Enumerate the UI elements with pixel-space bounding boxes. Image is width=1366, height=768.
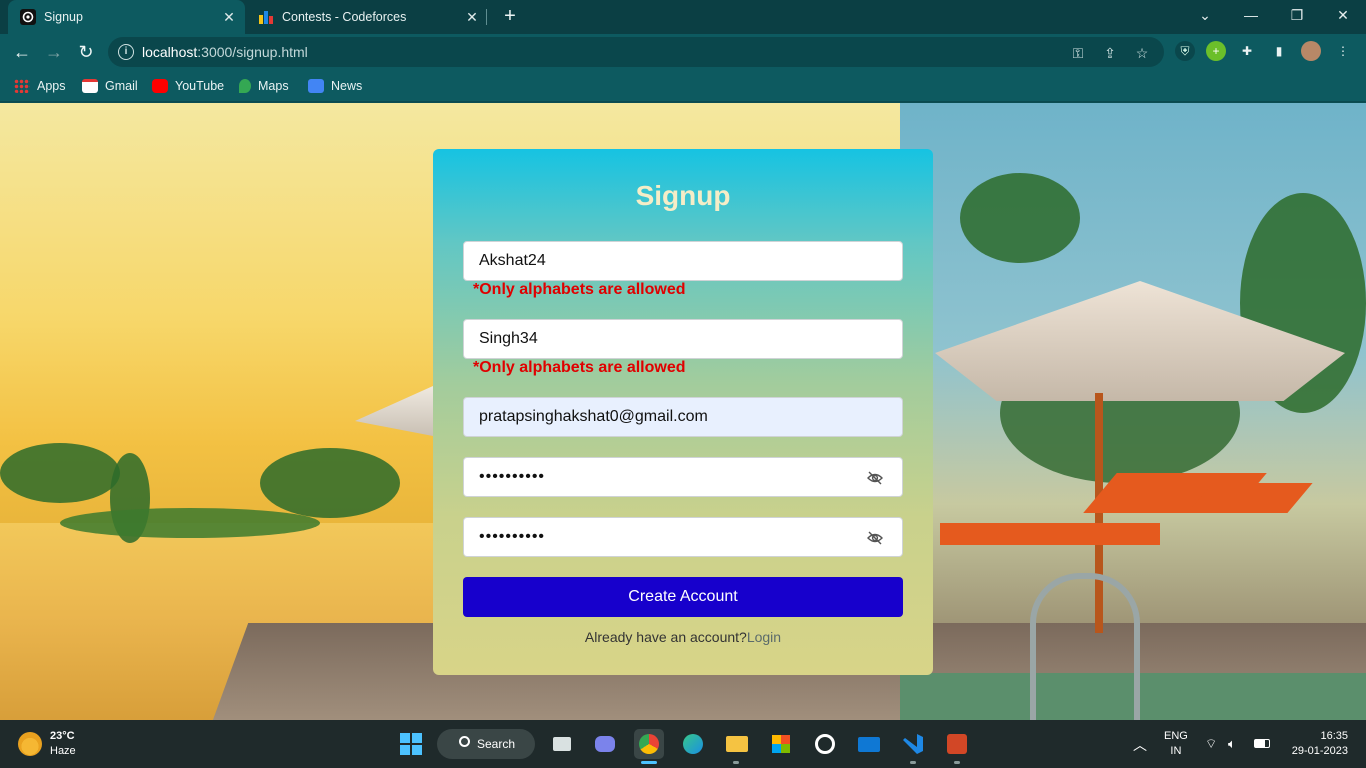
close-tab-icon[interactable]: ✕ (217, 9, 241, 26)
bookmark-gmail[interactable]: Gmail (82, 77, 138, 95)
key-icon[interactable]: ⚿ (1068, 43, 1088, 63)
clock[interactable]: 16:35 29-01-2023 (1286, 729, 1348, 759)
powerpoint-running-indicator (954, 761, 960, 764)
temperature: 23°C (50, 730, 75, 742)
reload-icon[interactable]: ↻ (74, 40, 98, 64)
tab-label: Signup (44, 10, 83, 24)
restore-button[interactable]: ❐ (1274, 0, 1320, 30)
eye-slash-icon[interactable] (866, 529, 884, 547)
close-tab-icon[interactable]: ✕ (460, 9, 484, 26)
login-prompt-text: Already have an account? (584, 629, 747, 645)
language-indicator[interactable]: ENG IN (1164, 729, 1188, 759)
share-icon[interactable]: ⇪ (1100, 43, 1120, 63)
site-info-icon[interactable]: i (118, 44, 134, 60)
clock-date: 29-01-2023 (1291, 745, 1348, 757)
tab-separator (486, 9, 487, 25)
side-panel-icon[interactable]: ▮ (1269, 41, 1289, 61)
create-account-button[interactable]: Create Account (463, 577, 903, 617)
youtube-icon (152, 79, 168, 93)
taskbar-search[interactable]: Search (437, 729, 535, 759)
edge-icon[interactable] (678, 729, 708, 759)
powerpoint-icon[interactable] (942, 729, 972, 759)
new-tab-button[interactable]: + (498, 4, 522, 28)
windows-start-icon[interactable] (396, 729, 426, 759)
address-bar[interactable]: i localhost:3000/signup.html ⚿ ⇪ ☆ (108, 37, 1164, 67)
task-view-icon[interactable] (547, 729, 577, 759)
tab-strip: Signup ✕ Contests - Codeforces ✕ + ⌄ — ❐… (0, 0, 1366, 34)
page-viewport: Signup Akshat24 *Only alphabets are allo… (0, 103, 1366, 720)
back-arrow-icon[interactable]: ← (10, 40, 34, 64)
signup-card: Signup Akshat24 *Only alphabets are allo… (433, 149, 933, 675)
extensions-puzzle-icon[interactable]: ✚ (1237, 41, 1257, 61)
forward-arrow-icon[interactable]: → (42, 40, 66, 64)
first-name-input[interactable]: Akshat24 (463, 241, 903, 281)
wifi-icon[interactable]: ⌔ (1205, 736, 1217, 752)
tab-signup[interactable]: Signup ✕ (8, 0, 245, 34)
apps-grid-icon (14, 79, 30, 93)
weather-widget[interactable]: 23°C Haze (50, 729, 76, 759)
bookmark-apps[interactable]: Apps (14, 77, 66, 95)
tab-search-chevron-icon[interactable]: ⌄ (1182, 0, 1228, 30)
minimize-button[interactable]: — (1228, 0, 1274, 30)
bookmark-star-icon[interactable]: ☆ (1132, 43, 1152, 63)
teams-chat-icon[interactable] (590, 729, 620, 759)
volume-icon[interactable]: 🔈︎ (1228, 736, 1236, 752)
clock-time: 16:35 (1320, 730, 1348, 742)
explorer-running-indicator (733, 761, 739, 764)
codeforces-favicon-icon (258, 9, 274, 25)
email-field[interactable]: pratapsinghakshat0@gmail.com (463, 397, 903, 437)
taskbar: 23°C Haze Search ︿ ENG IN ⌔ 🔈︎ 16:35 29-… (0, 720, 1366, 768)
confirm-password-value: •••••••••• (479, 528, 546, 545)
close-window-button[interactable]: ✕ (1320, 0, 1366, 30)
weather-haze-icon[interactable] (18, 732, 42, 756)
chrome-active-indicator (641, 761, 657, 764)
tab-label: Contests - Codeforces (282, 10, 407, 24)
maps-icon (239, 79, 251, 93)
email-value: pratapsinghakshat0@gmail.com (479, 408, 708, 425)
first-name-value: Akshat24 (479, 252, 546, 269)
url-text: localhost:3000/signup.html (142, 44, 308, 60)
tab-codeforces[interactable]: Contests - Codeforces ✕ (248, 0, 488, 34)
github-icon[interactable] (810, 729, 840, 759)
microsoft-store-icon[interactable] (766, 729, 796, 759)
chrome-icon[interactable] (634, 729, 664, 759)
bookmark-youtube[interactable]: YouTube (152, 77, 224, 95)
battery-icon[interactable] (1254, 739, 1270, 748)
profile-avatar[interactable] (1301, 41, 1321, 61)
login-link[interactable]: Login (747, 629, 781, 645)
last-name-input[interactable]: Singh34 (463, 319, 903, 359)
login-prompt: Already have an account?Login (433, 629, 933, 645)
search-label: Search (477, 737, 516, 751)
file-explorer-icon[interactable] (722, 729, 752, 759)
weather-condition: Haze (50, 745, 76, 757)
password-field[interactable]: •••••••••• (463, 457, 903, 497)
confirm-password-field[interactable]: •••••••••• (463, 517, 903, 557)
news-icon (308, 79, 324, 93)
eye-slash-icon[interactable] (866, 469, 884, 487)
show-hidden-icons-chevron-icon[interactable]: ︿ (1133, 735, 1147, 755)
bookmark-news[interactable]: News (308, 77, 362, 95)
browser-toolbar: ← → ↻ i localhost:3000/signup.html ⚿ ⇪ ☆… (0, 34, 1366, 70)
last-name-value: Singh34 (479, 330, 538, 347)
menu-kebab-icon[interactable]: ⋮ (1333, 41, 1353, 61)
page-title: Signup (635, 180, 731, 211)
bookmark-maps[interactable]: Maps (239, 77, 289, 95)
vscode-running-indicator (910, 761, 916, 764)
mail-icon[interactable] (854, 729, 884, 759)
first-name-error: *Only alphabets are allowed (473, 281, 686, 298)
signup-favicon-icon (20, 9, 36, 25)
gmail-icon (82, 79, 98, 93)
password-value: •••••••••• (479, 468, 546, 485)
plus-extension-icon[interactable]: + (1206, 41, 1226, 61)
last-name-error: *Only alphabets are allowed (473, 359, 686, 376)
vscode-icon[interactable] (898, 729, 928, 759)
shield-extension-icon[interactable]: ⛨ (1175, 41, 1195, 61)
bookmarks-bar: Apps Gmail YouTube Maps News (0, 70, 1366, 102)
search-icon (459, 736, 470, 747)
